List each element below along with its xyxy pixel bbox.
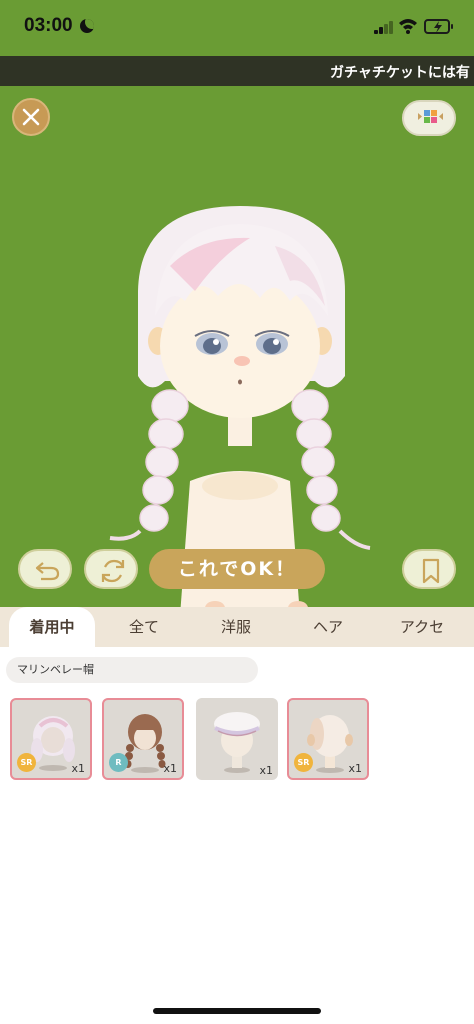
category-tabs: 着用中 全て 洋服 ヘア アクセ <box>0 607 474 647</box>
item-card[interactable]: x1 <box>196 698 278 780</box>
rarity-badge: SR <box>17 753 36 772</box>
signal-icon <box>374 20 394 34</box>
avatar-illustration <box>109 206 371 607</box>
status-time: 03:00 <box>24 15 73 36</box>
color-grid-icon <box>418 110 443 123</box>
avatar-stage: これでOK！ <box>0 86 474 607</box>
undo-button[interactable] <box>18 549 72 589</box>
status-bar: 03:00 <box>0 0 474 56</box>
tab-all[interactable]: 全て <box>104 607 184 647</box>
ticker-text: ガチャチケットには有 <box>330 65 470 81</box>
rarity-badge: R <box>109 753 128 772</box>
close-button[interactable] <box>12 98 50 136</box>
undo-icon <box>35 562 60 581</box>
close-icon <box>22 108 40 126</box>
tab-wearing[interactable]: 着用中 <box>9 607 95 647</box>
rotate-icon <box>101 559 125 583</box>
notice-ticker: ガチャチケットには有 <box>0 56 474 86</box>
rarity-badge: SR <box>294 753 313 772</box>
confirm-ok-button[interactable]: これでOK！ <box>149 549 325 589</box>
bookmark-button[interactable] <box>402 549 456 589</box>
filter-chip[interactable]: マリンベレー帽 <box>6 657 258 683</box>
home-indicator <box>153 1008 321 1014</box>
item-card[interactable]: SR x1 <box>10 698 92 780</box>
tab-hair[interactable]: ヘア <box>288 607 368 647</box>
item-quantity: x1 <box>348 762 362 775</box>
item-quantity: x1 <box>259 764 273 777</box>
moon-icon <box>80 19 94 33</box>
battery-icon <box>424 19 453 34</box>
bookmark-icon <box>422 558 440 584</box>
wifi-icon <box>399 19 417 34</box>
item-card[interactable]: R x1 <box>102 698 184 780</box>
item-quantity: x1 <box>71 762 85 775</box>
tab-accessories[interactable]: アクセ <box>380 607 464 647</box>
tab-clothes[interactable]: 洋服 <box>196 607 276 647</box>
rotate-button[interactable] <box>84 549 138 589</box>
item-card[interactable]: SR x1 <box>287 698 369 780</box>
item-quantity: x1 <box>163 762 177 775</box>
layout-toggle-button[interactable] <box>402 100 456 136</box>
